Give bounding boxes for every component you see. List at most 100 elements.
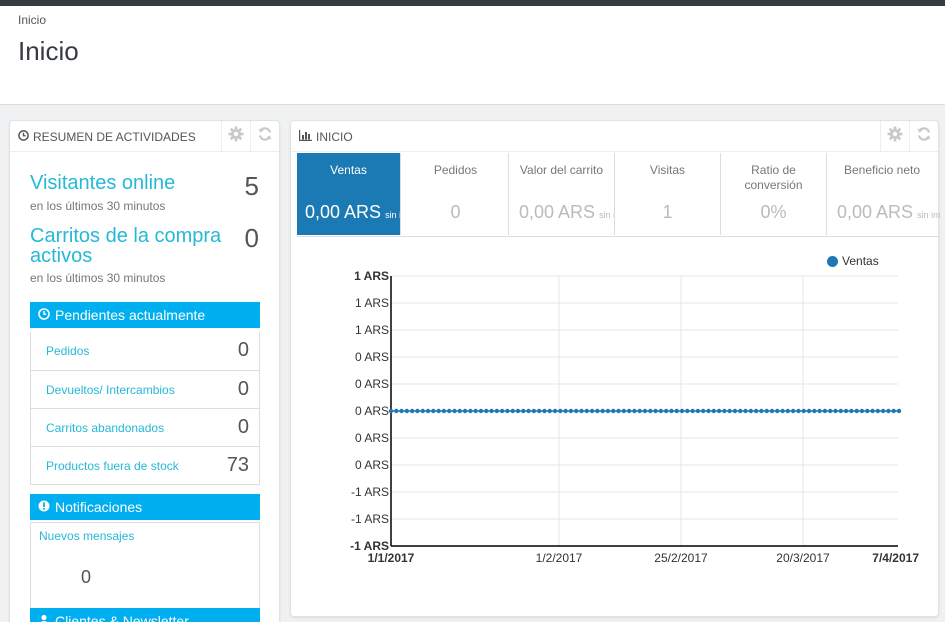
data-point [891, 408, 896, 414]
legend-label: Ventas [842, 254, 879, 268]
data-point [574, 408, 579, 414]
list-item: Pedidos 0 [31, 332, 259, 370]
pending-returns-link[interactable]: Devueltos/ Intercambios [46, 383, 175, 397]
data-point [796, 408, 801, 414]
abandoned-carts-link[interactable]: Carritos abandonados [46, 421, 164, 435]
kpi-value: 0,00 ARS sin i [305, 202, 401, 222]
kpi-value: 1 [662, 202, 673, 222]
data-point [865, 408, 870, 414]
kpi-title: Ventas [330, 163, 367, 177]
out-of-stock-link[interactable]: Productos fuera de stock [46, 459, 179, 473]
kpi-tab-visitas[interactable]: Visitas 1 [615, 153, 721, 235]
data-point [452, 408, 457, 414]
kpi-tab-ventas[interactable]: Ventas 0,00 ARS sin i [297, 153, 401, 235]
data-point [875, 408, 881, 414]
data-point [510, 408, 515, 414]
x-tick-label: 1/1/2017 [368, 551, 415, 565]
x-tick-label: 20/3/2017 [776, 551, 830, 565]
kpi-title: Pedidos [433, 163, 478, 177]
data-point [595, 408, 600, 414]
configure-button[interactable] [880, 121, 909, 152]
pending-count: 0 [237, 416, 249, 438]
data-point [695, 408, 701, 414]
breadcrumb[interactable]: Inicio [18, 13, 46, 27]
new-messages-link[interactable]: Nuevos mensajes [39, 529, 134, 543]
data-point [785, 408, 791, 414]
data-point [764, 408, 769, 414]
data-point [605, 408, 611, 414]
carts-value: 0 [244, 223, 259, 253]
data-point [626, 408, 632, 414]
clients-section-header[interactable]: Clientes & Newsletter [30, 608, 260, 622]
data-point [880, 408, 886, 414]
kpi-tab-pedidos[interactable]: Pedidos 0 [403, 153, 509, 235]
x-tick-label: 25/2/2017 [654, 551, 708, 565]
data-point [468, 408, 473, 414]
data-point [833, 408, 838, 414]
visitors-value: 5 [244, 171, 259, 201]
data-point [716, 408, 722, 414]
data-point [870, 408, 875, 414]
data-point [637, 408, 642, 414]
data-point [388, 408, 394, 414]
pending-section-header[interactable]: Pendientes actualmente [30, 302, 260, 328]
configure-button[interactable] [221, 121, 250, 152]
data-point [563, 408, 568, 414]
refresh-button[interactable] [250, 121, 279, 152]
data-point [685, 408, 690, 414]
page-title: Inicio [18, 36, 79, 66]
data-point [399, 408, 404, 414]
y-tick-label: 0 ARS [355, 431, 389, 445]
data-point [648, 408, 653, 414]
pending-orders-link[interactable]: Pedidos [46, 344, 89, 358]
sales-chart: Ventas 1 ARS 1 ARS 1 ARS 0 ARS 0 ARS 0 ARS 0 A… [291, 246, 940, 566]
x-tick-label: 7/4/2017 [872, 551, 919, 565]
notifications-section-title: Notificaciones [55, 499, 143, 515]
kpi-tab-ratio-conversion[interactable]: Ratio de conversión 0% [721, 153, 827, 235]
dashboard-panel-header: Inicio [291, 121, 938, 152]
chart-legend[interactable]: Ventas [827, 254, 879, 268]
kpi-tab-valor-carrito[interactable]: Valor del carrito 0,00 ARS sin i [509, 153, 615, 235]
data-point [653, 408, 658, 414]
data-point [843, 408, 849, 414]
data-point [499, 408, 505, 414]
data-point [457, 408, 462, 414]
data-point [478, 408, 484, 414]
notifications-section-header[interactable]: Notificaciones [30, 494, 260, 520]
new-messages-count: 0 [81, 567, 92, 587]
data-point [436, 408, 441, 414]
visitors-online-link[interactable]: Visitantes online [30, 173, 175, 193]
data-point [738, 408, 743, 414]
kpi-value: 0 [450, 202, 461, 222]
data-point [759, 408, 764, 414]
data-point [711, 408, 716, 414]
dashboard-panel-title: Inicio [316, 130, 353, 144]
data-point [817, 408, 822, 414]
kpi-value: 0,00 ARS sin i [519, 202, 615, 222]
kpi-tab-beneficio-neto[interactable]: Beneficio neto 0,00 ARSsin imp [827, 153, 940, 235]
kpi-tabs: Ventas 0,00 ARS sin i Pedidos 0 Valor del… [297, 153, 940, 237]
data-point [404, 408, 410, 414]
data-point [743, 408, 748, 414]
data-point [431, 408, 436, 414]
data-point [420, 408, 425, 414]
data-point [896, 408, 902, 414]
kpi-value: 0% [760, 202, 787, 222]
data-point [441, 408, 447, 414]
list-item: Carritos abandonados 0 [31, 408, 259, 446]
x-tick-label: 1/2/2017 [536, 551, 583, 565]
refresh-button[interactable] [909, 121, 938, 152]
data-point [722, 408, 727, 414]
data-point [706, 408, 711, 414]
data-point [769, 408, 775, 414]
data-point [447, 408, 452, 414]
active-carts-link[interactable]: Carritos de la compra activos [30, 226, 240, 266]
carts-sub: en los últimos 30 minutos [30, 271, 166, 285]
data-point [669, 408, 674, 414]
data-point [409, 408, 415, 414]
bar-chart-icon [299, 130, 312, 144]
data-point [611, 408, 616, 414]
data-point [536, 408, 542, 414]
data-point [674, 408, 679, 414]
y-tick-label: 0 ARS [355, 404, 389, 418]
